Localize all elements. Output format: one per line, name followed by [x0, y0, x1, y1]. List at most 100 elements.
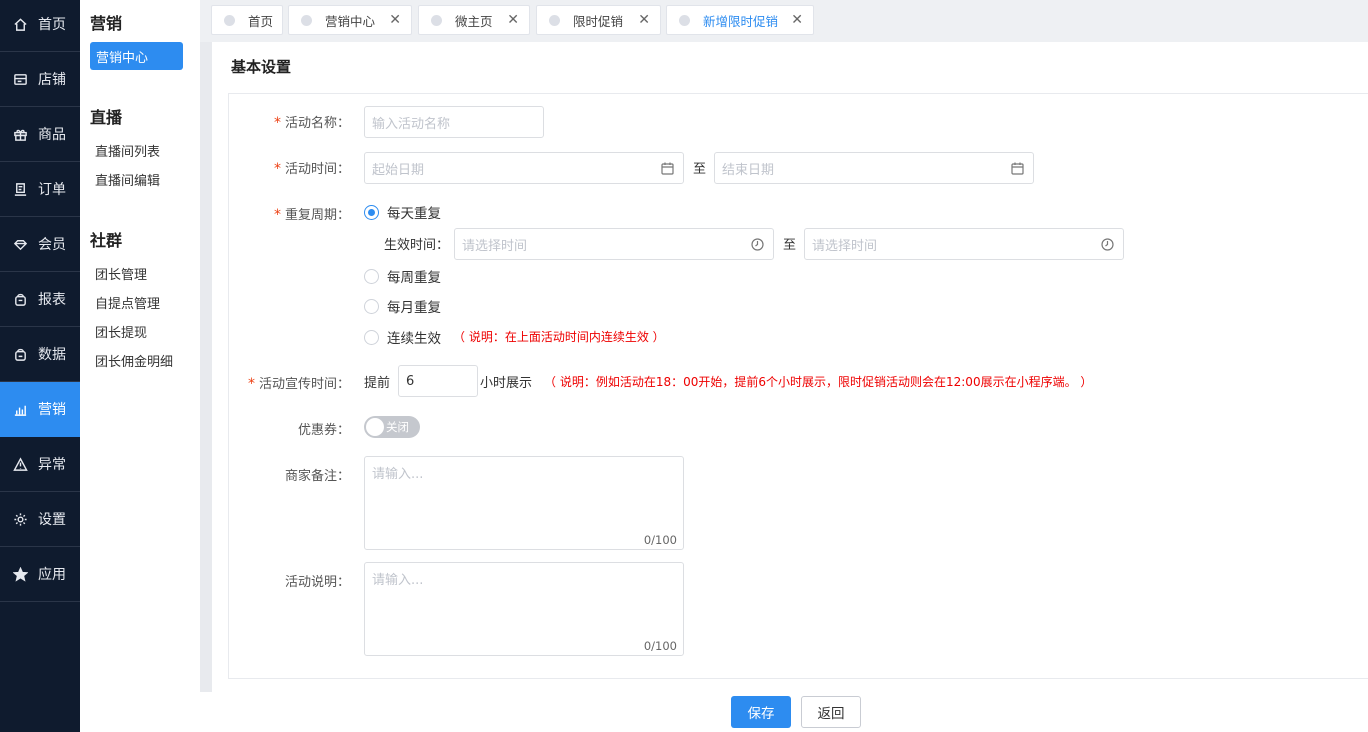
promo-note: （ 说明：例如活动在18：00开始，提前6个小时展示，限时促销活动则会在12:0…	[544, 375, 1093, 389]
activity-name-input[interactable]: 输入活动名称	[364, 106, 544, 138]
char-counter: 0/100	[643, 533, 677, 547]
effective-start-time-input[interactable]: 请选择时间	[454, 228, 774, 260]
description-label: 活动说明：	[284, 575, 350, 590]
merchant-note-placeholder: 请输入...	[372, 467, 424, 482]
nav-item-apps[interactable]: 应用	[0, 547, 80, 602]
nav-item-label: 数据	[38, 347, 66, 363]
radio-label: 每周重复	[387, 270, 441, 286]
merchant-note-textarea[interactable]: 请输入... 0/100	[364, 456, 684, 550]
clock-icon	[1101, 238, 1114, 251]
description-textarea[interactable]: 请输入... 0/100	[364, 562, 684, 656]
tab-dot-icon	[301, 14, 312, 26]
warning-icon	[12, 456, 28, 472]
calendar-icon	[661, 162, 674, 175]
nav-item-members[interactable]: 会员	[0, 217, 80, 272]
promo-hours-value: 6	[406, 373, 415, 389]
promo-hours-input[interactable]: 6	[398, 365, 478, 397]
data-icon	[12, 346, 28, 362]
nav-item-exceptions[interactable]: 异常	[0, 437, 80, 492]
submenu-item-pickup-manage[interactable]: 自提点管理	[90, 288, 160, 316]
start-date-placeholder: 起始日期	[372, 162, 425, 178]
nav-item-label: 报表	[38, 292, 66, 308]
close-icon[interactable]: ✕	[507, 12, 519, 28]
tab-dot-icon	[549, 14, 560, 26]
tab-micro-home[interactable]: 微主页 ✕	[418, 5, 530, 35]
nav-item-home[interactable]: 首页	[0, 0, 80, 52]
close-icon[interactable]: ✕	[638, 12, 650, 28]
nav-item-label: 异常	[38, 457, 66, 473]
radio-continuous[interactable]: 连续生效	[364, 327, 441, 347]
radio-circle	[364, 204, 379, 220]
nav-item-data[interactable]: 数据	[0, 327, 80, 382]
tab-home[interactable]: 首页	[211, 5, 283, 35]
tab-flash-sale[interactable]: 限时促销 ✕	[536, 5, 661, 35]
marketing-icon	[12, 401, 28, 417]
tab-label: 营销中心	[325, 13, 376, 29]
merchant-note-label: 商家备注：	[284, 469, 350, 484]
main-content: 基本设置 * 活动名称： 输入活动名称 * 活动时间： 起始日期 至 结束日期 * 重…	[212, 42, 1368, 692]
nav-item-label: 设置	[38, 512, 66, 528]
submenu-group-title: 直播	[90, 108, 123, 127]
save-button[interactable]: 保存	[731, 696, 791, 728]
nav-item-goods[interactable]: 商品	[0, 107, 80, 162]
tab-new-flash-sale[interactable]: 新增限时促销 ✕	[666, 5, 814, 35]
end-date-placeholder: 结束日期	[722, 162, 775, 178]
submenu-item-live-edit[interactable]: 直播间编辑	[90, 165, 160, 193]
tab-dot-icon	[431, 14, 442, 26]
tab-label: 首页	[248, 13, 274, 29]
nav-item-label: 营销	[38, 402, 66, 418]
secondary-menu: 营销 营销中心 直播 直播间列表 直播间编辑 社群 团长管理 自提点管理 团长提…	[80, 0, 200, 732]
promo-prefix: 提前	[364, 376, 391, 391]
home-icon	[12, 16, 28, 32]
nav-item-reports[interactable]: 报表	[0, 272, 80, 327]
tab-label: 限时促销	[573, 13, 624, 29]
close-icon[interactable]: ✕	[791, 12, 803, 28]
submenu-item-live-list[interactable]: 直播间列表	[90, 136, 160, 164]
char-counter: 0/100	[643, 639, 677, 653]
promo-suffix: 小时展示	[480, 376, 533, 391]
coupon-switch[interactable]: 关闭	[364, 416, 420, 438]
radio-label: 每天重复	[387, 206, 441, 222]
app: 首页 店铺 商品 订单 会员 报表 数据 营销 异常 设置 应用 营销 营销中心…	[0, 0, 1368, 732]
nav-item-label: 会员	[38, 237, 66, 253]
radio-weekly[interactable]: 每周重复	[364, 266, 441, 286]
gift-icon	[12, 126, 28, 142]
start-date-input[interactable]: 起始日期	[364, 152, 684, 184]
radio-monthly[interactable]: 每月重复	[364, 296, 441, 316]
nav-item-settings[interactable]: 设置	[0, 492, 80, 547]
effective-range-separator: 至	[783, 238, 797, 253]
tab-dot-icon	[679, 14, 690, 26]
back-button[interactable]: 返回	[801, 696, 861, 728]
promo-time-label: * 活动宣传时间：	[247, 376, 350, 392]
required-mark: *	[273, 161, 281, 177]
report-icon	[12, 291, 28, 307]
effective-time-label: 生效时间：	[384, 238, 450, 253]
nav-item-label: 订单	[38, 182, 66, 198]
required-mark: *	[273, 115, 281, 131]
tab-dot-icon	[224, 14, 235, 26]
effective-end-placeholder: 请选择时间	[812, 238, 878, 254]
submenu-group-title: 社群	[90, 231, 123, 250]
nav-item-store[interactable]: 店铺	[0, 52, 80, 107]
submenu-item-leader-commission[interactable]: 团长佣金明细	[90, 346, 173, 374]
nav-item-orders[interactable]: 订单	[0, 162, 80, 217]
submenu-item-leader-withdraw[interactable]: 团长提现	[90, 317, 147, 345]
activity-time-label: * 活动时间：	[273, 161, 350, 177]
continuous-note: （ 说明：在上面活动时间内连续生效 ）	[453, 330, 665, 344]
radio-circle	[364, 329, 379, 345]
radio-label: 每月重复	[387, 300, 441, 316]
tab-marketing-center[interactable]: 营销中心 ✕	[288, 5, 412, 35]
content-gutter	[200, 0, 212, 692]
activity-name-placeholder: 输入活动名称	[372, 116, 451, 132]
radio-daily[interactable]: 每天重复	[364, 202, 441, 222]
effective-end-time-input[interactable]: 请选择时间	[804, 228, 1124, 260]
radio-circle	[364, 268, 379, 284]
submenu-item-marketing-center[interactable]: 营销中心	[90, 42, 183, 70]
radio-circle	[364, 298, 379, 314]
submenu-item-leader-manage[interactable]: 团长管理	[90, 259, 147, 287]
close-icon[interactable]: ✕	[389, 12, 401, 28]
end-date-input[interactable]: 结束日期	[714, 152, 1034, 184]
nav-item-marketing[interactable]: 营销	[0, 382, 80, 437]
gear-icon	[12, 511, 28, 527]
submenu-group-title: 营销	[90, 14, 123, 33]
